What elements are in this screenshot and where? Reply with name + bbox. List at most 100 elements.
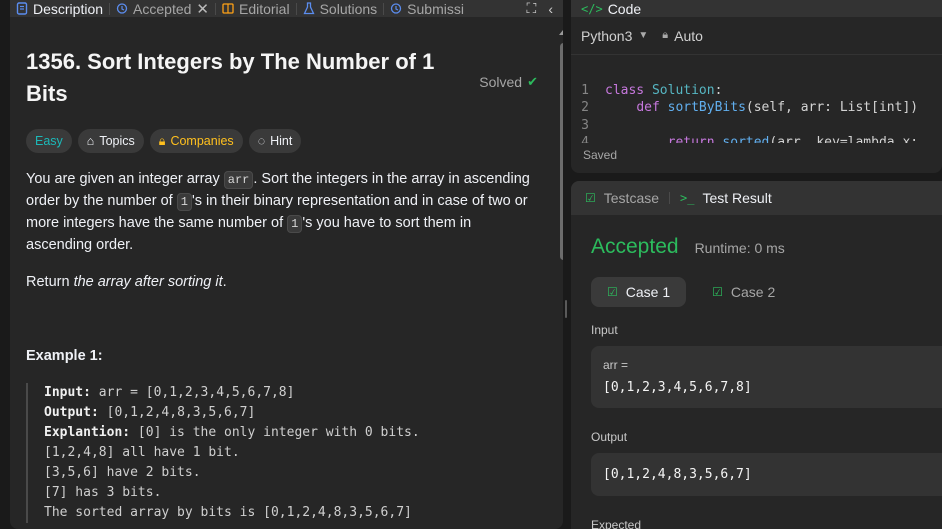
example-title: Example 1: — [26, 348, 103, 364]
example-line: [1,2,4,8] all have 1 bit. — [44, 445, 240, 460]
inline-code: 1 — [287, 215, 303, 233]
tab-label: Description — [33, 0, 104, 17]
language-select[interactable]: Python3 ▼ — [581, 28, 648, 44]
output-box: [0,1,2,4,8,3,5,6,7] — [591, 453, 942, 496]
line-number: 3 — [581, 117, 589, 133]
tab-separator — [669, 192, 671, 204]
runtime-label: Runtime: 0 ms — [694, 240, 785, 256]
example-line: [7] has 3 bits. — [44, 485, 162, 500]
expand-icon[interactable]: ⛶ — [527, 0, 537, 17]
check-circle-icon: ✔ — [527, 74, 538, 89]
variable-name: arr = — [603, 358, 629, 372]
companies-label: Companies — [170, 134, 234, 148]
tab-label: Solutions — [319, 0, 378, 17]
tab-solutions[interactable]: Solutions — [297, 0, 384, 17]
example-label: Output: — [44, 405, 99, 420]
chevron-left-icon[interactable]: ‹ — [548, 1, 553, 17]
return-statement: Return the array after sorting it. — [26, 272, 531, 293]
code-line: 4 return sorted(arr, key=lambda x: — [571, 134, 918, 143]
code-icon: </> — [581, 1, 603, 16]
output-value: [0,1,2,4,8,3,5,6,7] — [603, 467, 752, 482]
scrollbar-thumb[interactable] — [560, 43, 563, 260]
panel-resize-handle[interactable] — [565, 300, 567, 318]
code-header: </> Code — [571, 0, 942, 17]
test-panel: ☑ Testcase >_ Test Result Accepted Runti… — [571, 181, 942, 529]
expected-label: Expected — [591, 518, 642, 529]
code-title: Code — [607, 0, 642, 17]
example-value: [0,1,2,4,8,3,5,6,7] — [98, 405, 256, 420]
mode-label: Auto — [674, 27, 703, 44]
hint-label: Hint — [270, 134, 293, 148]
code-editor[interactable]: 1 class Solution: 2 def sortByBits(self, a… — [571, 64, 918, 173]
tab-tools: ⛶ ‹ — [518, 0, 563, 17]
example-line: The sorted array by bits is [0,1,2,4,8,3… — [44, 505, 412, 520]
tab-test-result[interactable]: Test Result — [702, 190, 771, 206]
topics-label: Topics — [99, 134, 135, 148]
companies-button[interactable]: 🔒︎ Companies — [149, 129, 243, 153]
lock-icon: 🔒︎ — [662, 29, 669, 41]
title-row: 1356. Sort Integers by The Number of 1 B… — [26, 46, 546, 110]
statement-text: . — [222, 274, 227, 290]
app-root: Description Accepted ✕ Editorial Solutio… — [0, 0, 942, 529]
line-number: 2 — [581, 100, 589, 115]
input-label: Input — [591, 323, 618, 337]
problem-tabbar: Description Accepted ✕ Editorial Solutio… — [10, 0, 563, 17]
tag-icon: ⌂ — [86, 134, 95, 148]
description-panel: Description Accepted ✕ Editorial Solutio… — [10, 0, 563, 529]
code-panel: </> Code Python3 ▼ 🔒︎ Auto 1 class Soluti… — [571, 0, 942, 173]
statement-text: Return — [26, 274, 74, 290]
input-value: [0,1,2,3,4,5,6,7,8] — [603, 380, 752, 395]
flask-icon — [303, 2, 315, 15]
description-icon — [16, 2, 28, 15]
tab-editorial[interactable]: Editorial — [216, 0, 296, 17]
line-number: 4 — [581, 135, 589, 143]
tab-label: Editorial — [238, 0, 290, 17]
example-line: Output: [0,1,2,4,8,3,5,6,7] — [44, 403, 546, 423]
problem-title[interactable]: 1356. Sort Integers by The Number of 1 B… — [26, 46, 466, 110]
hint-button[interactable]: ◌ Hint — [248, 129, 302, 153]
case-2-tab[interactable]: ☑ Case 2 — [696, 277, 791, 307]
case-1-tab[interactable]: ☑ Case 1 — [591, 277, 687, 307]
inline-code: arr — [223, 171, 254, 189]
line-number: 1 — [581, 82, 589, 98]
close-icon[interactable]: ✕ — [196, 0, 209, 18]
inline-code: 1 — [176, 193, 192, 211]
tab-testcase[interactable]: Testcase — [604, 190, 659, 206]
case-label: Case 1 — [625, 284, 671, 300]
difficulty-badge: Easy — [26, 129, 72, 153]
example-block: Input: arr = [0,1,2,3,4,5,6,7,8] Output:… — [26, 383, 546, 523]
lightbulb-icon: ◌ — [257, 134, 266, 148]
language-label: Python3 — [581, 27, 633, 44]
example-line: Explantion: [0] is the only integer with… — [44, 423, 546, 443]
solved-status: Solved ✔ — [479, 54, 538, 110]
problem-description: 1356. Sort Integers by The Number of 1 B… — [26, 17, 546, 523]
tab-description[interactable]: Description — [10, 0, 109, 17]
example-line: Input: arr = [0,1,2,3,4,5,6,7,8] — [44, 383, 546, 403]
code-line: 3 — [571, 117, 918, 135]
book-icon — [222, 3, 234, 14]
output-label: Output — [591, 430, 628, 444]
scroll-up-arrow[interactable] — [559, 30, 563, 35]
chevron-down-icon: ▼ — [638, 30, 649, 41]
history-icon — [391, 3, 402, 14]
checkbox-icon: ☑ — [585, 191, 596, 205]
solved-label: Solved — [479, 74, 523, 90]
tab-label: Accepted — [133, 0, 192, 17]
emphasis-text: the array after sorting it — [73, 274, 223, 290]
code-line: 2 def sortByBits(self, arr: List[int]) — [571, 99, 918, 117]
auto-mode[interactable]: 🔒︎ Auto — [662, 28, 703, 44]
check-icon: ☑ — [712, 285, 723, 299]
tab-submissions[interactable]: Submissi — [384, 0, 470, 17]
code-line: 1 class Solution: — [571, 82, 918, 100]
tab-label: Submissi — [407, 0, 464, 17]
tab-accepted[interactable]: Accepted ✕ — [110, 0, 215, 17]
case-label: Case 2 — [730, 284, 776, 300]
problem-statement: You are given an integer array arr. Sort… — [26, 169, 531, 256]
problem-tags: Easy ⌂ Topics 🔒︎ Companies ◌ Hint — [26, 129, 546, 153]
example-value: arr = [0,1,2,3,4,5,6,7,8] — [90, 385, 295, 400]
example-value: [0] is the only integer with 0 bits. — [130, 425, 420, 440]
lock-icon: 🔒︎ — [158, 133, 166, 148]
saved-status: Saved — [583, 148, 618, 162]
history-icon — [116, 3, 128, 14]
topics-button[interactable]: ⌂ Topics — [77, 129, 144, 153]
